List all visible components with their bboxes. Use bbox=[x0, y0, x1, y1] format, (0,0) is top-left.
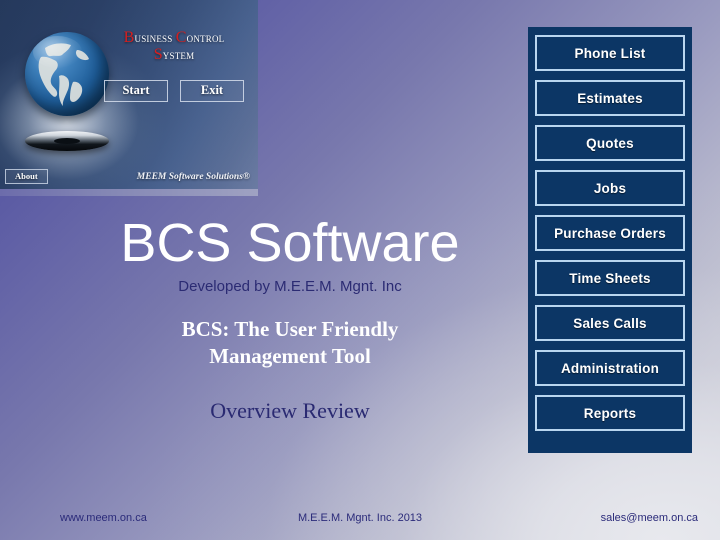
menu-item-estimates[interactable]: Estimates bbox=[535, 80, 685, 116]
globe-reflection-disc bbox=[25, 131, 109, 151]
menu-item-jobs[interactable]: Jobs bbox=[535, 170, 685, 206]
splash-bottom-bar bbox=[0, 189, 258, 196]
menu-item-phone-list[interactable]: Phone List bbox=[535, 35, 685, 71]
title-cap-c: C bbox=[175, 29, 187, 46]
exit-button[interactable]: Exit bbox=[180, 80, 244, 102]
title-cap-b: B bbox=[123, 29, 135, 46]
about-button[interactable]: About bbox=[5, 169, 48, 184]
menu-item-purchase-orders[interactable]: Purchase Orders bbox=[535, 215, 685, 251]
title-rest-business: usiness bbox=[134, 31, 173, 45]
start-button[interactable]: Start bbox=[104, 80, 168, 102]
title-cap-s: S bbox=[153, 45, 163, 63]
tagline-line-2: Management Tool bbox=[209, 343, 371, 368]
vendor-trademark: MEEM Software Solutions® bbox=[136, 172, 250, 182]
menu-item-reports[interactable]: Reports bbox=[535, 395, 685, 431]
splash-product-title: Business Control System bbox=[96, 29, 252, 64]
page-title: BCS Software bbox=[120, 213, 460, 273]
menu-item-time-sheets[interactable]: Time Sheets bbox=[535, 260, 685, 296]
footer-email[interactable]: sales@meem.on.ca bbox=[601, 512, 698, 524]
main-menu-panel: Phone List Estimates Quotes Jobs Purchas… bbox=[528, 27, 692, 453]
menu-item-administration[interactable]: Administration bbox=[535, 350, 685, 386]
slide-canvas: Business Control System Start Exit About… bbox=[0, 0, 720, 540]
splash-screen-image: Business Control System Start Exit About… bbox=[0, 0, 258, 196]
page-subtitle: Developed by M.E.E.M. Mgnt. Inc bbox=[178, 278, 402, 295]
menu-item-quotes[interactable]: Quotes bbox=[535, 125, 685, 161]
title-rest-system: ystem bbox=[162, 47, 195, 62]
splash-button-row: Start Exit bbox=[96, 80, 252, 102]
tagline-line-1: BCS: The User Friendly bbox=[181, 317, 399, 341]
menu-item-sales-calls[interactable]: Sales Calls bbox=[535, 305, 685, 341]
footer: www.meem.on.ca M.E.E.M. Mgnt. Inc. 2013 … bbox=[0, 512, 720, 528]
section-heading: Overview Review bbox=[210, 398, 370, 423]
title-rest-control: ontrol bbox=[186, 31, 225, 45]
tagline: BCS: The User Friendly Management Tool bbox=[60, 316, 520, 370]
